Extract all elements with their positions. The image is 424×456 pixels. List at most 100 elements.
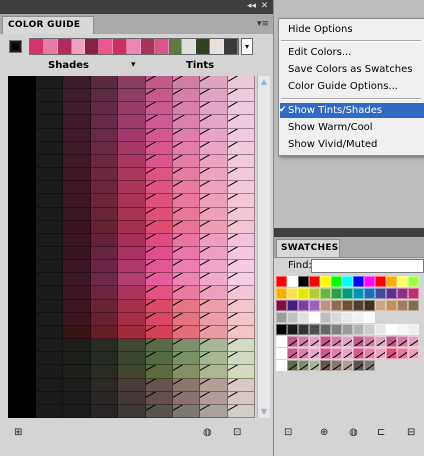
variation-swatch[interactable] <box>227 273 255 287</box>
variation-swatch[interactable] <box>145 299 173 313</box>
swatch-chip[interactable] <box>331 336 342 347</box>
variation-swatch[interactable] <box>200 378 228 392</box>
variation-swatch[interactable] <box>63 141 91 155</box>
swatch-chip[interactable] <box>386 300 397 311</box>
variation-swatch[interactable] <box>200 181 228 195</box>
swatch-chip[interactable] <box>342 348 353 359</box>
swatch-chip[interactable] <box>331 300 342 311</box>
swatch-chip[interactable] <box>353 360 364 371</box>
variation-swatch[interactable] <box>118 404 146 418</box>
variation-swatch[interactable] <box>200 339 228 353</box>
swatch-chip[interactable] <box>287 324 298 335</box>
variation-swatch[interactable] <box>36 89 64 103</box>
variation-swatch[interactable] <box>227 207 255 221</box>
variation-swatch[interactable] <box>36 233 64 247</box>
variation-swatch[interactable] <box>172 168 201 182</box>
variation-swatch[interactable] <box>90 102 119 116</box>
variation-swatch[interactable] <box>227 299 255 313</box>
variation-swatch[interactable] <box>118 260 146 274</box>
variation-swatch[interactable] <box>172 325 201 340</box>
variation-swatch[interactable] <box>118 168 146 182</box>
variation-swatch[interactable] <box>36 194 64 208</box>
variation-swatch[interactable] <box>90 273 119 287</box>
variation-swatch[interactable] <box>227 128 255 142</box>
base-color-swatch[interactable] <box>9 40 22 53</box>
swatch-chip[interactable] <box>331 276 342 287</box>
swatch-chip[interactable] <box>298 276 309 287</box>
swatch-chip[interactable] <box>375 336 386 347</box>
variation-swatch[interactable] <box>145 404 173 418</box>
variation-swatch[interactable] <box>90 233 119 247</box>
scroll-up-icon[interactable]: ▲ <box>258 76 270 88</box>
variation-swatch[interactable] <box>227 102 255 116</box>
variation-swatch[interactable] <box>63 128 91 142</box>
menu-item-save-colors-as-swatches[interactable]: Save Colors as Swatches <box>280 62 424 77</box>
tab-swatches[interactable]: SWATCHES <box>276 239 340 257</box>
variation-swatch[interactable] <box>36 378 64 392</box>
variation-swatch[interactable] <box>118 128 146 142</box>
swatch-chip[interactable] <box>287 360 298 371</box>
harmony-chip[interactable] <box>182 39 197 54</box>
variation-swatch[interactable] <box>118 207 146 221</box>
swatches-title-bar[interactable] <box>274 228 424 237</box>
swatch-chip[interactable] <box>320 300 331 311</box>
variation-swatch[interactable] <box>63 89 91 103</box>
swatch-chip[interactable] <box>408 276 419 287</box>
variation-swatch[interactable] <box>172 404 201 418</box>
variation-swatch[interactable] <box>145 89 173 103</box>
variation-swatch[interactable] <box>36 312 64 326</box>
variation-scrollbar[interactable]: ▲ ▼ <box>257 76 270 418</box>
swatch-chip[interactable] <box>386 348 397 359</box>
variation-swatch[interactable] <box>200 141 228 155</box>
variation-swatch[interactable] <box>172 220 201 234</box>
swatch-chip[interactable] <box>364 348 375 359</box>
variation-swatch[interactable] <box>145 312 173 326</box>
variation-swatch[interactable] <box>200 365 228 379</box>
swatch-chip[interactable] <box>353 348 364 359</box>
variation-swatch[interactable] <box>36 128 64 142</box>
swatch-chip[interactable] <box>397 348 408 359</box>
variation-swatch[interactable] <box>200 194 228 208</box>
swatch-chip[interactable] <box>287 348 298 359</box>
variation-swatch[interactable] <box>200 89 228 103</box>
swatch-chip[interactable] <box>353 324 364 335</box>
find-input[interactable] <box>311 259 424 273</box>
variation-swatch[interactable] <box>200 233 228 247</box>
variation-swatch[interactable] <box>200 273 228 287</box>
variation-swatch[interactable] <box>200 220 228 234</box>
variation-swatch[interactable] <box>145 260 173 274</box>
variation-swatch[interactable] <box>227 194 255 208</box>
swatch-chip[interactable] <box>397 300 408 311</box>
scroll-down-icon[interactable]: ▼ <box>258 406 270 418</box>
variation-swatch[interactable] <box>36 154 64 169</box>
show-kinds-icon[interactable]: ⊕ <box>320 426 328 440</box>
variation-swatch[interactable] <box>90 404 119 418</box>
harmony-chip[interactable] <box>154 39 169 54</box>
harmony-chip[interactable] <box>224 39 238 54</box>
swatch-chip[interactable] <box>331 288 342 299</box>
harmony-dropdown-button[interactable]: ▾ <box>241 38 253 55</box>
swatch-chip[interactable] <box>342 276 353 287</box>
swatch-chip[interactable] <box>287 300 298 311</box>
variation-swatch[interactable] <box>200 312 228 326</box>
swatch-chip[interactable] <box>386 288 397 299</box>
swatch-chip[interactable] <box>353 300 364 311</box>
variation-swatch[interactable] <box>200 404 228 418</box>
variation-swatch[interactable] <box>63 207 91 221</box>
variation-swatch[interactable] <box>145 352 173 366</box>
variation-swatch[interactable] <box>145 128 173 142</box>
swatch-chip[interactable] <box>408 348 419 359</box>
swatch-chip[interactable] <box>309 348 320 359</box>
swatch-chip[interactable] <box>276 336 287 347</box>
swatch-chip[interactable] <box>320 336 331 347</box>
swatch-chip[interactable] <box>375 288 386 299</box>
variation-swatch[interactable] <box>63 194 91 208</box>
variation-swatch[interactable] <box>227 233 255 247</box>
swatch-chip[interactable] <box>397 288 408 299</box>
variation-swatch[interactable] <box>63 286 91 300</box>
variation-swatch[interactable] <box>90 207 119 221</box>
variation-swatch[interactable] <box>90 378 119 392</box>
new-color-group-icon[interactable]: ⊏ <box>377 426 385 440</box>
variation-swatch[interactable] <box>118 102 146 116</box>
variation-swatch[interactable] <box>63 154 91 169</box>
